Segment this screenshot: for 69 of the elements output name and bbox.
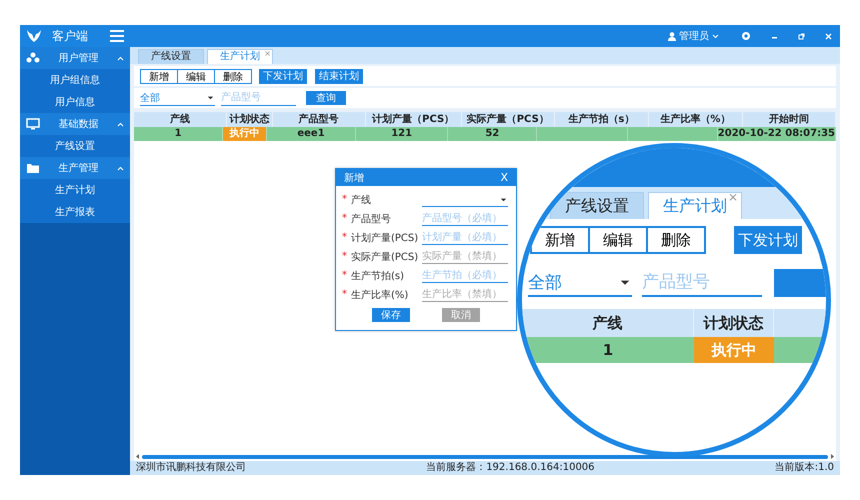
line-select[interactable]: 全部 <box>528 269 632 297</box>
tab[interactable]: 生产计划 × <box>207 49 273 64</box>
field-label: 产线 <box>351 194 371 206</box>
users-icon <box>26 52 40 64</box>
action-button[interactable]: 下发计划 <box>734 226 802 254</box>
required-mark: * <box>342 251 347 262</box>
folder-icon <box>26 162 40 174</box>
table-cell-text: 1 <box>602 340 614 361</box>
field-label: 生产节拍(s) <box>351 270 404 282</box>
toolbar-button[interactable]: 删除 <box>646 226 706 254</box>
toolbar-button[interactable]: 新增 <box>140 68 178 84</box>
menu-icon[interactable] <box>110 30 124 42</box>
company-name: 深圳市讯鹏科技有限公司 <box>136 461 246 475</box>
user-menu[interactable]: 管理员 <box>679 29 709 43</box>
restore-icon[interactable] <box>798 32 805 40</box>
tab[interactable]: 产线设置 <box>550 192 644 219</box>
toolbar-button[interactable]: 新增 <box>530 226 590 254</box>
toolbar-button[interactable]: 编辑 <box>177 68 215 84</box>
status-badge: 执行中 <box>694 337 774 363</box>
required-mark: * <box>342 232 347 243</box>
toolbar-button[interactable]: 编辑 <box>588 226 648 254</box>
scroll-right-icon[interactable] <box>830 454 834 459</box>
server-address: 当前服务器：192.168.0.164:10006 <box>426 461 595 475</box>
field-label: 生产比率(%) <box>351 288 408 302</box>
close-tab-icon[interactable]: × <box>728 191 738 203</box>
input-field[interactable]: 生产节拍（必填） <box>422 268 508 283</box>
required-mark: * <box>342 194 347 205</box>
search-field[interactable]: 产品型号 <box>221 90 296 106</box>
app-title: 客户端 <box>52 28 89 44</box>
line-select[interactable]: 全部 <box>140 90 215 106</box>
table-cell: 52 <box>448 127 538 141</box>
field-label: 计划产量(PCS) <box>351 232 418 244</box>
table-cell: 121 <box>356 127 448 141</box>
menu-group[interactable]: 用户管理 <box>20 47 130 69</box>
cancel-button[interactable]: 取消 <box>442 308 480 322</box>
menu-group[interactable]: 基础数据 <box>20 113 130 135</box>
close-icon[interactable] <box>825 32 832 40</box>
horizontal-scrollbar[interactable] <box>134 452 836 461</box>
action-button[interactable]: 结束计划 <box>315 68 363 84</box>
save-button[interactable]: 保存 <box>372 308 410 322</box>
tab[interactable]: 产线设置 <box>138 49 204 64</box>
chevron-up-icon[interactable] <box>117 56 124 60</box>
chevron-up-icon[interactable] <box>117 166 124 170</box>
close-button[interactable]: X <box>500 171 508 184</box>
status-badge: 执行中 <box>223 127 267 141</box>
chevron-down-icon[interactable] <box>712 34 719 38</box>
input-field[interactable]: 产品型号（必填） <box>422 211 508 226</box>
settings-icon[interactable] <box>741 31 751 41</box>
close-tab-icon[interactable]: × <box>264 50 271 58</box>
version-label: 当前版本:1.0 <box>774 461 834 475</box>
user-icon <box>668 32 676 40</box>
monitor-icon <box>26 118 40 130</box>
menu-group[interactable]: 生产管理 <box>20 157 130 179</box>
dialog-title: 新增 <box>344 172 364 184</box>
logo-icon <box>26 29 42 43</box>
toolbar-button[interactable]: 删除 <box>214 68 252 84</box>
required-mark: * <box>342 289 347 300</box>
field-label: 实际产量(PCS) <box>351 250 418 264</box>
query-button[interactable]: 查询 <box>306 91 346 105</box>
scroll-left-icon[interactable] <box>136 454 140 459</box>
table-cell: eee1 <box>266 127 356 141</box>
required-mark: * <box>342 270 347 281</box>
field-label: 产品型号 <box>351 212 391 226</box>
input-field[interactable]: 计划产量（必填） <box>422 230 508 245</box>
chevron-up-icon[interactable] <box>117 122 124 126</box>
action-button[interactable]: 下发计划 <box>259 68 307 84</box>
required-mark: * <box>342 213 347 224</box>
table-cell: 2020-10-22 08:07:35 <box>718 127 836 141</box>
tab[interactable]: 生产计划× <box>648 192 742 219</box>
